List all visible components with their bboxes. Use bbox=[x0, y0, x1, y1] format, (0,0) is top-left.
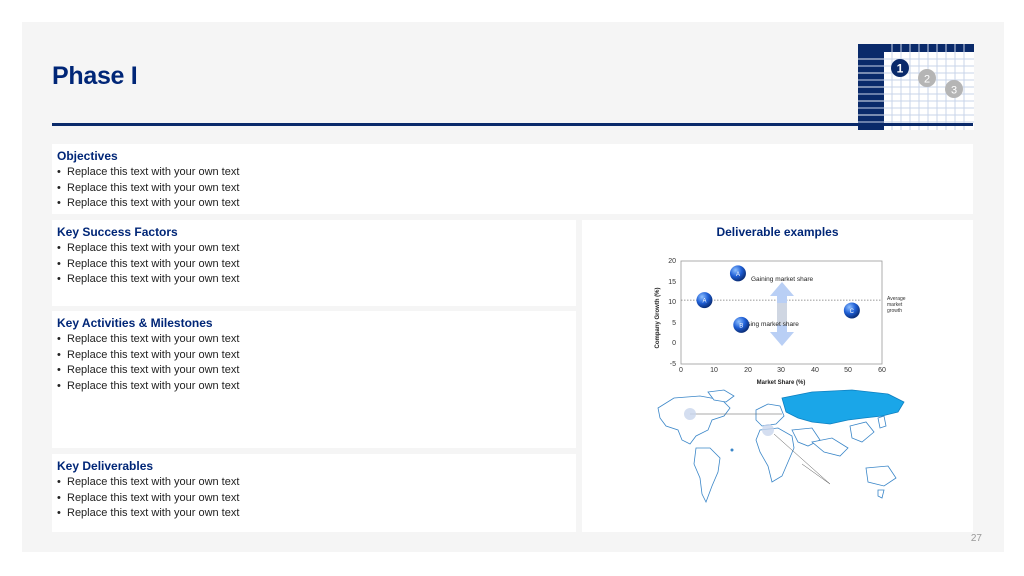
chart-y-tick: 0 bbox=[672, 340, 676, 347]
objectives-heading: Objectives bbox=[57, 149, 118, 163]
chart-point-label: A bbox=[736, 272, 740, 278]
chart-x-tick: 0 bbox=[679, 367, 683, 374]
key-success-factors-list: Replace this text with your own text Rep… bbox=[57, 241, 239, 288]
title-divider bbox=[52, 123, 973, 126]
page-title: Phase I bbox=[52, 62, 138, 90]
chart-y-axis-label: Company Growth (%) bbox=[655, 287, 661, 348]
chart-x-tick: 30 bbox=[777, 367, 785, 374]
deliverable-examples-heading: Deliverable examples bbox=[716, 225, 839, 239]
phase-step-2: 2 bbox=[924, 74, 930, 86]
list-item: Replace this text with your own text bbox=[57, 348, 239, 364]
list-item: Replace this text with your own text bbox=[57, 363, 239, 379]
key-deliverables-list: Replace this text with your own text Rep… bbox=[57, 475, 239, 522]
world-map-icon bbox=[657, 389, 905, 503]
phase-indicator-icon: 1 2 3 bbox=[858, 44, 974, 130]
objectives-list: Replace this text with your own text Rep… bbox=[57, 165, 239, 212]
gaining-market-share-label: Gaining market share bbox=[751, 276, 814, 283]
chart-y-tick: 20 bbox=[668, 258, 676, 265]
key-activities-list: Replace this text with your own text Rep… bbox=[57, 332, 239, 394]
chart-y-tick: 10 bbox=[668, 299, 676, 306]
chart-x-tick: 20 bbox=[744, 367, 752, 374]
list-item: Replace this text with your own text bbox=[57, 196, 239, 212]
chart-x-tick: 40 bbox=[811, 367, 819, 374]
list-item: Replace this text with your own text bbox=[57, 506, 239, 522]
list-item: Replace this text with your own text bbox=[57, 165, 239, 181]
list-item: Replace this text with your own text bbox=[57, 491, 239, 507]
list-item: Replace this text with your own text bbox=[57, 272, 239, 288]
page-number: 27 bbox=[970, 533, 982, 544]
list-item: Replace this text with your own text bbox=[57, 475, 239, 491]
chart-x-tick: 50 bbox=[844, 367, 852, 374]
key-deliverables-heading: Key Deliverables bbox=[57, 459, 154, 473]
chart-y-tick: 5 bbox=[672, 320, 676, 327]
key-success-factors-heading: Key Success Factors bbox=[57, 225, 178, 239]
chart-y-tick: 15 bbox=[668, 279, 676, 286]
chart-x-tick: 60 bbox=[878, 367, 886, 374]
list-item: Replace this text with your own text bbox=[57, 257, 239, 273]
list-item: Replace this text with your own text bbox=[57, 332, 239, 348]
chart-x-tick: 10 bbox=[710, 367, 718, 374]
chart-y-tick: -5 bbox=[670, 361, 676, 368]
slide-canvas: Phase I 1 2 3 Objectives Replace this te… bbox=[22, 22, 1004, 552]
key-success-factors-box: Key Success Factors Replace this text wi… bbox=[52, 220, 576, 306]
phase-step-1: 1 bbox=[897, 62, 904, 76]
key-deliverables-box: Key Deliverables Replace this text with … bbox=[52, 454, 576, 532]
chart-point-label: B bbox=[739, 323, 743, 329]
key-activities-heading: Key Activities & Milestones bbox=[57, 316, 213, 330]
average-growth-label: Average market growth bbox=[887, 296, 906, 314]
average-label-line: growth bbox=[887, 308, 902, 314]
chart-point-label: C bbox=[850, 309, 855, 315]
key-activities-box: Key Activities & Milestones Replace this… bbox=[52, 311, 576, 448]
list-item: Replace this text with your own text bbox=[57, 241, 239, 257]
objectives-box: Objectives Replace this text with your o… bbox=[52, 144, 973, 214]
phase-step-3: 3 bbox=[951, 85, 957, 97]
market-share-chart: Company Growth (%) Market Share (%) 20 1… bbox=[655, 258, 906, 386]
deliverable-examples-box: Deliverable examples Company Growth (%) … bbox=[582, 220, 973, 532]
list-item: Replace this text with your own text bbox=[57, 181, 239, 197]
chart-point-label: A bbox=[702, 299, 706, 305]
list-item: Replace this text with your own text bbox=[57, 379, 239, 395]
